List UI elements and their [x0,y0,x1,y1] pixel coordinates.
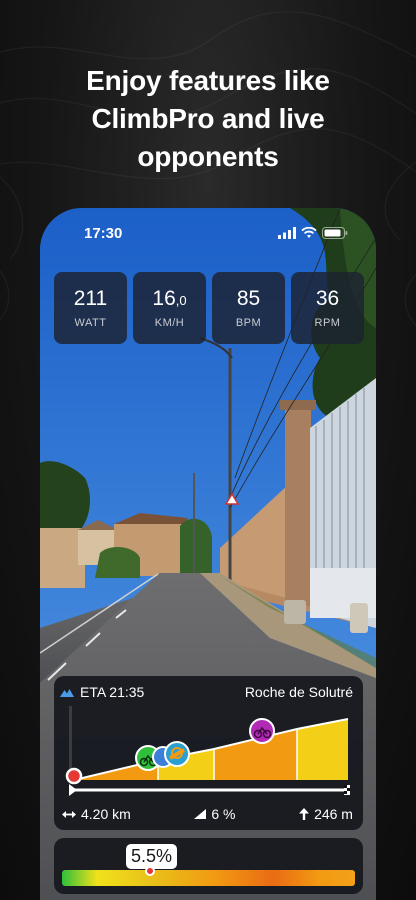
wifi-icon [301,227,317,238]
rider-position-marker [65,767,83,785]
headline: Enjoy features like ClimbPro and live op… [86,65,330,172]
gradient-color-bar [62,870,355,886]
eta: ETA 21:35 [60,684,144,700]
metric-value: 85 [236,287,261,310]
opponent-avatar-orange [164,741,190,767]
battery-icon [322,227,348,239]
gradient-icon [194,809,207,819]
start-flag [69,784,77,796]
climb-stats: 4.20 km 6 % 246 m [54,806,363,822]
metric-unit: WATT [74,317,107,329]
metric-value: 211 [73,287,108,310]
eta-label: ETA 21:35 [80,684,145,700]
climb-elevation: 246 m [299,806,353,822]
gradient-position-marker [145,866,155,876]
metric-value: 16,0 [152,287,187,310]
metric-unit: BPM [235,317,262,329]
metric-unit: KM/H [154,317,185,329]
climb-name: Roche de Solutré [244,684,353,700]
climb-gradient: 6 % [194,806,236,822]
metric-cadence-tile: 36 RPM [291,272,364,344]
climb-header: ETA 21:35 Roche de Solutré [54,684,363,700]
status-time: 17:30 [84,224,123,242]
climb-elevation-profile [65,706,350,796]
metric-speed-tile: 16,0 KM/H [133,272,206,344]
opponent-avatar-purple [249,718,275,744]
distance-arrows-icon [62,810,76,818]
climb-distance: 4.20 km [62,806,131,822]
status-bar: 17:30 [40,208,376,258]
metrics-row: 211 WATT 16,0 KM/H 85 BPM 36 RPM [54,272,364,344]
signal-icon [278,227,296,239]
up-arrow-icon [299,808,310,820]
phone-screen: 17:30 211 WATT 16,0 KM/H 85 BPM 36 RPM E… [40,208,376,900]
mountain-icon [60,688,74,697]
finish-flag [344,785,350,795]
climbpro-panel[interactable]: ETA 21:35 Roche de Solutré 4.20 km 6 % 2… [54,676,363,830]
metric-unit: RPM [314,317,341,329]
metric-power-tile: 211 WATT [54,272,127,344]
metric-heart-rate-tile: 85 BPM [212,272,285,344]
metric-value: 36 [315,287,340,310]
gradient-panel: 5.5% [54,838,363,894]
